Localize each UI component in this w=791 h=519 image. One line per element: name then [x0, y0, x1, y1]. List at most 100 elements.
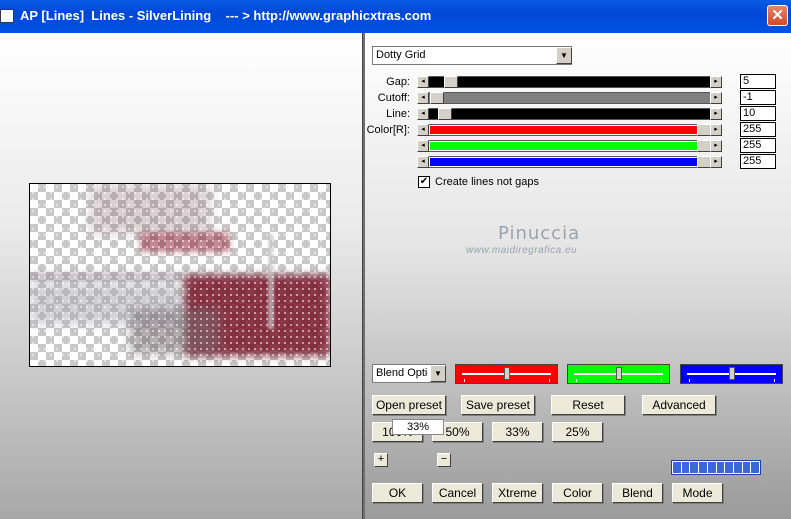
right-arrow-icon[interactable]: ▸: [710, 108, 722, 120]
color-box-tick: [549, 379, 550, 382]
color-box-knob-green[interactable]: [616, 367, 622, 380]
slider-track-gap[interactable]: ◂ ▸: [417, 76, 722, 88]
color-box-knob-red[interactable]: [504, 367, 510, 380]
create-lines-label: Create lines not gaps: [435, 176, 539, 188]
reset-button[interactable]: Reset: [551, 395, 625, 415]
slider-value-green[interactable]: 255: [740, 138, 776, 153]
color-box-green[interactable]: [567, 364, 670, 384]
left-arrow-icon[interactable]: ◂: [417, 156, 429, 168]
zoom-level-field[interactable]: 33%: [392, 419, 444, 435]
progress-cell: [699, 462, 707, 473]
slider-thumb-blue[interactable]: [697, 156, 711, 168]
blend-button[interactable]: Blend: [612, 483, 663, 503]
slider-label-wrap: [365, 156, 410, 169]
left-arrow-icon[interactable]: ◂: [417, 124, 429, 136]
zoom-33-button[interactable]: 33%: [492, 422, 543, 442]
zoom-in-button[interactable]: +: [374, 453, 388, 467]
title-bar: AP [Lines] Lines - SilverLining --- > ht…: [0, 0, 791, 33]
slider-label-red: Color[R]:: [366, 124, 410, 136]
slider-row-blue: ◂ ▸ 255: [365, 154, 785, 169]
color-box-tick: [576, 379, 577, 382]
right-arrow-icon[interactable]: ▸: [710, 140, 722, 152]
mode-button[interactable]: Mode: [672, 483, 723, 503]
slider-value-gap[interactable]: 5: [740, 74, 776, 89]
save-preset-button[interactable]: Save preset: [461, 395, 535, 415]
right-arrow-icon[interactable]: ▸: [710, 76, 722, 88]
progress-bar: [671, 460, 761, 475]
slider-track-green[interactable]: ◂ ▸: [417, 140, 722, 152]
preset-dropdown-value: Dotty Grid: [376, 49, 426, 61]
slider-label-gap: Gap:: [386, 76, 410, 88]
slider-row-green: ◂ ▸ 255: [365, 138, 785, 153]
color-box-tick: [774, 379, 775, 382]
slider-label-wrap: Cutoff:: [365, 92, 410, 105]
app-icon: [0, 9, 14, 23]
slider-label-wrap: [365, 140, 410, 153]
left-arrow-icon[interactable]: ◂: [417, 76, 429, 88]
color-box-red[interactable]: [455, 364, 558, 384]
controls-panel: Dotty Grid ▼ Gap: ◂ ▸ 5 Cutoff: ◂ ▸ -1 Line: ◂ ▸ 10…: [365, 33, 791, 519]
slider-track-red[interactable]: ◂ ▸: [417, 124, 722, 136]
watermark-name: Pinuccia: [498, 223, 581, 244]
slider-track-cutoff[interactable]: ◂ ▸: [417, 92, 722, 104]
color-box-tick: [661, 379, 662, 382]
preset-dropdown[interactable]: Dotty Grid ▼: [372, 46, 572, 65]
preview-dot-grid: [30, 184, 330, 366]
check-icon: ✔: [419, 176, 429, 187]
slider-thumb-cutoff[interactable]: [430, 92, 444, 104]
color-box-blue[interactable]: [680, 364, 783, 384]
blend-options-dropdown[interactable]: Blend Options ▼: [372, 364, 446, 383]
progress-cell: [716, 462, 725, 473]
right-arrow-icon[interactable]: ▸: [710, 124, 722, 136]
slider-label-wrap: Line:: [365, 108, 410, 121]
advanced-button[interactable]: Advanced: [642, 395, 716, 415]
color-box-knob-blue[interactable]: [729, 367, 735, 380]
slider-label-line: Line:: [386, 108, 410, 120]
left-arrow-icon[interactable]: ◂: [417, 92, 429, 104]
slider-fill-red: [430, 126, 697, 134]
right-arrow-icon[interactable]: ▸: [710, 92, 722, 104]
zoom-out-button[interactable]: −: [437, 453, 451, 467]
progress-cell: [707, 462, 716, 473]
slider-value-line[interactable]: 10: [740, 106, 776, 121]
xtreme-button[interactable]: Xtreme: [492, 483, 543, 503]
slider-row-line: Line: ◂ ▸ 10: [365, 106, 785, 121]
slider-track-blue[interactable]: ◂ ▸: [417, 156, 722, 168]
slider-label-wrap: Color[R]:: [365, 124, 410, 137]
progress-cell: [681, 462, 690, 473]
watermark-url: www.maidiregrafica.eu: [466, 245, 578, 256]
slider-value-blue[interactable]: 255: [740, 154, 776, 169]
open-preset-button[interactable]: Open preset: [372, 395, 446, 415]
slider-thumb-red[interactable]: [697, 124, 711, 136]
create-lines-checkbox[interactable]: ✔: [418, 176, 430, 188]
blend-options-value: Blend Options: [376, 367, 428, 379]
cancel-button[interactable]: Cancel: [432, 483, 483, 503]
slider-value-cutoff[interactable]: -1: [740, 90, 776, 105]
left-arrow-icon[interactable]: ◂: [417, 108, 429, 120]
preview-pane: [0, 33, 362, 519]
slider-row-red: Color[R]: ◂ ▸ 255: [365, 122, 785, 137]
ok-button[interactable]: OK: [372, 483, 423, 503]
slider-fill-blue: [430, 158, 697, 166]
slider-row-cutoff: Cutoff: ◂ ▸ -1: [365, 90, 785, 105]
slider-thumb-line[interactable]: [438, 108, 452, 120]
chevron-down-icon[interactable]: ▼: [430, 365, 446, 382]
chevron-down-icon[interactable]: ▼: [556, 47, 572, 64]
color-box-tick: [689, 379, 690, 382]
slider-thumb-gap[interactable]: [444, 76, 458, 88]
progress-cell: [733, 462, 742, 473]
progress-cell: [690, 462, 699, 473]
progress-cell: [742, 462, 751, 473]
slider-track-line[interactable]: ◂ ▸: [417, 108, 722, 120]
window-title: AP [Lines] Lines - SilverLining --- > ht…: [20, 8, 432, 23]
color-button[interactable]: Color: [552, 483, 603, 503]
slider-value-red[interactable]: 255: [740, 122, 776, 137]
preview-canvas[interactable]: [29, 183, 331, 367]
slider-thumb-green[interactable]: [697, 140, 711, 152]
right-arrow-icon[interactable]: ▸: [710, 156, 722, 168]
slider-label-wrap: Gap:: [365, 76, 410, 89]
left-arrow-icon[interactable]: ◂: [417, 140, 429, 152]
slider-fill-green: [430, 142, 697, 150]
zoom-25-button[interactable]: 25%: [552, 422, 603, 442]
close-button[interactable]: ✕: [767, 5, 788, 26]
